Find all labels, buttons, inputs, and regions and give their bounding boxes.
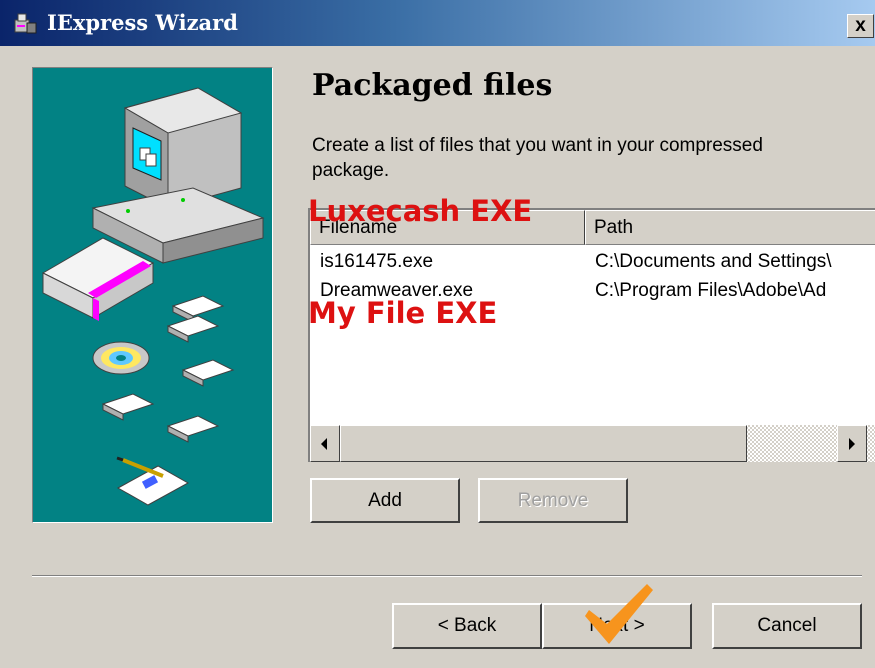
arrow-left-icon <box>321 438 327 450</box>
page-description: Create a list of files that you want in … <box>312 135 763 181</box>
notepad-pencil-icon <box>116 456 190 506</box>
add-button[interactable]: Add <box>310 478 460 523</box>
close-icon: x <box>855 15 866 36</box>
orange-checkmark-icon <box>585 584 653 644</box>
file-name: is161475.exe <box>320 251 434 272</box>
page-title: Packaged files <box>312 68 553 103</box>
annotation-label-top: Luxecash EXE <box>308 194 533 228</box>
iexpress-app-icon <box>14 13 37 34</box>
title-bar: IExpress Wizard x <box>0 0 875 46</box>
cd-disc-icon <box>92 341 150 375</box>
file-path: C:\Documents and Settings\ <box>595 251 832 272</box>
back-button[interactable]: < Back <box>392 603 542 649</box>
column-header-path[interactable]: Path <box>585 210 875 245</box>
scroll-right-button[interactable] <box>837 425 867 462</box>
wizard-illustration <box>32 67 273 523</box>
arrow-right-icon <box>849 438 855 450</box>
remove-button[interactable]: Remove <box>478 478 628 523</box>
file-path: C:\Program Files\Adobe\Ad <box>595 280 827 301</box>
divider <box>32 575 862 577</box>
scrollbar-thumb[interactable] <box>340 425 747 462</box>
file-list[interactable]: Filename Path is161475.exe C:\Documents … <box>308 208 875 462</box>
annotation-label-bottom: My File EXE <box>308 296 498 330</box>
scroll-left-button[interactable] <box>310 425 340 462</box>
horizontal-scrollbar[interactable] <box>310 425 875 462</box>
list-item[interactable]: is161475.exe C:\Documents and Settings\ <box>310 250 875 274</box>
window-title: IExpress Wizard <box>47 10 238 35</box>
close-button[interactable]: x <box>847 14 874 38</box>
cancel-button[interactable]: Cancel <box>712 603 862 649</box>
computer-icon <box>91 87 265 264</box>
package-box-icon <box>41 237 155 321</box>
